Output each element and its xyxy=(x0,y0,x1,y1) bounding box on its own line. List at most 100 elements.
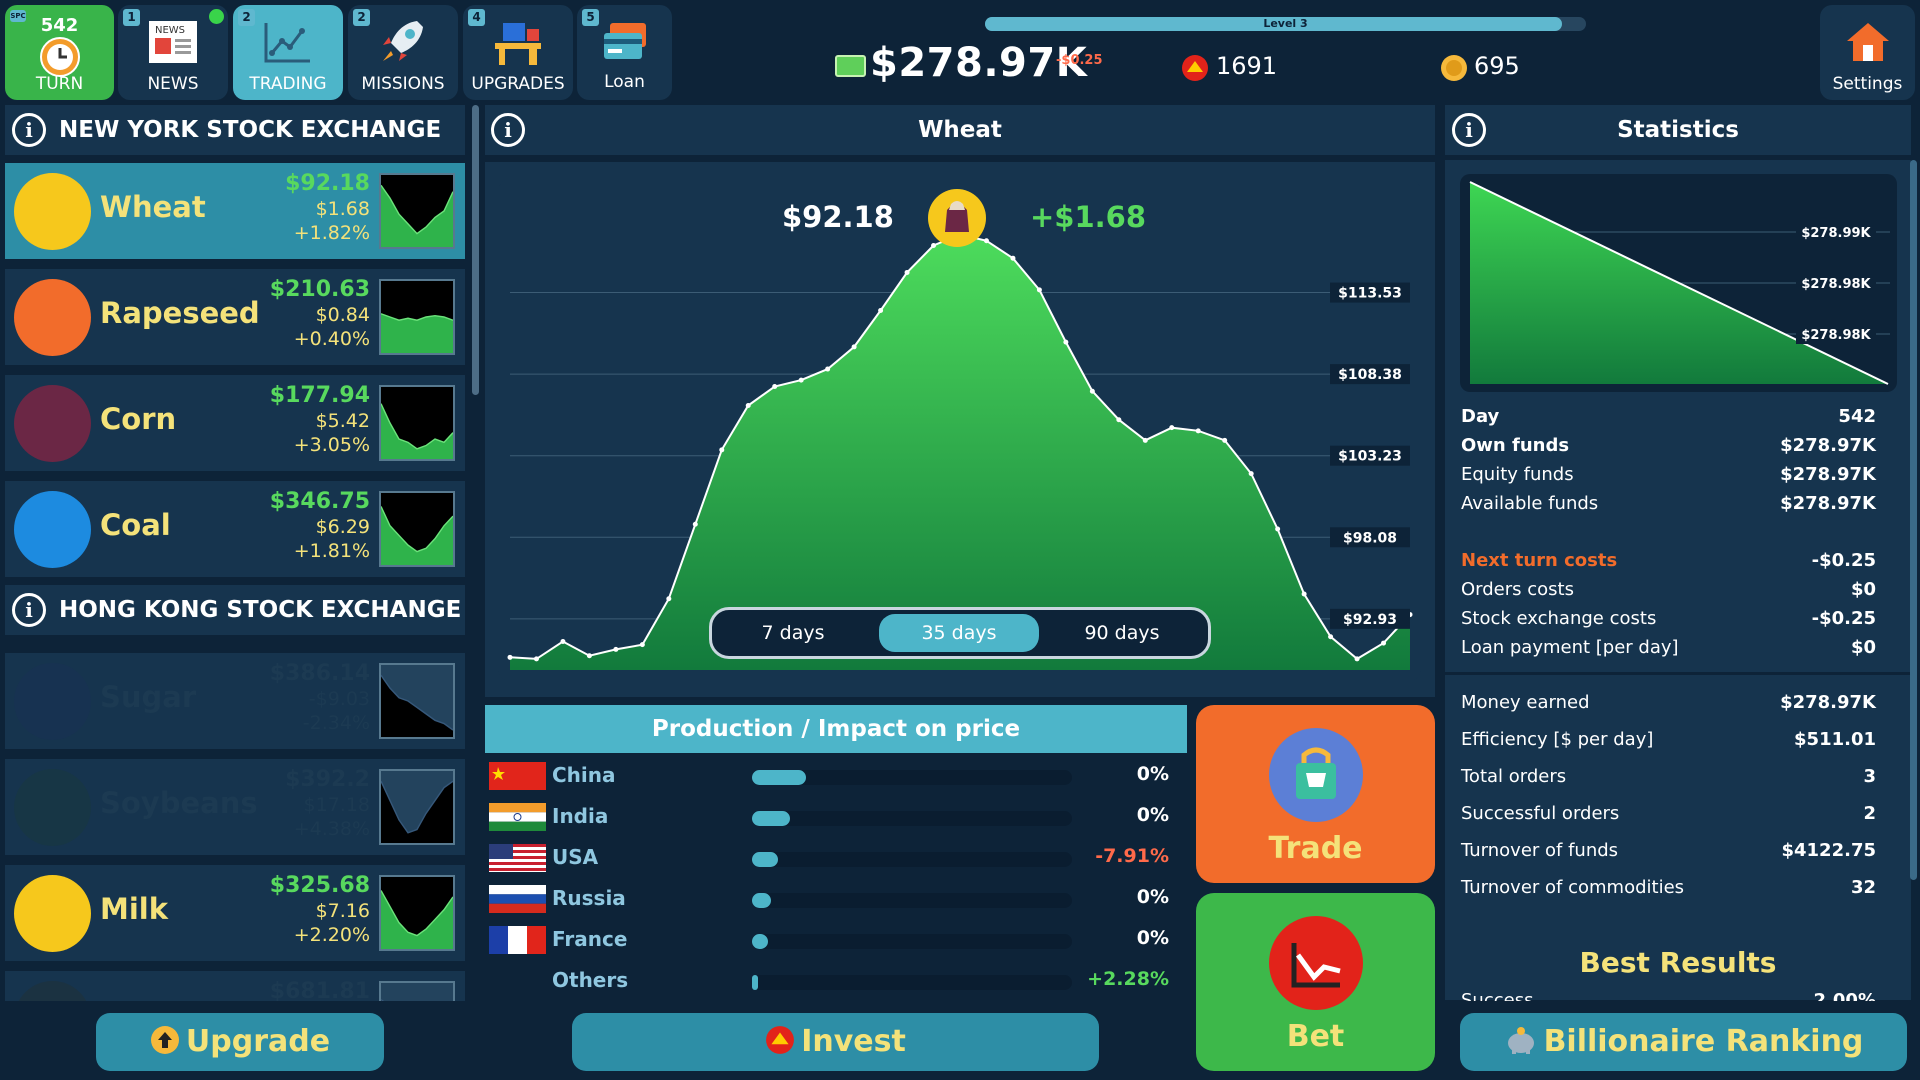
price-point xyxy=(666,596,672,602)
trend-chart-icon xyxy=(264,23,310,63)
production-bar-fill xyxy=(752,975,759,990)
commodity-title: Wheat xyxy=(918,117,1002,143)
ytick-label: $278.98K xyxy=(1801,328,1871,343)
price-impact: 0% xyxy=(1136,886,1169,908)
hk-exchange-title: HONG KONG STOCK EXCHANGE xyxy=(59,597,462,623)
commodity-rapeseed[interactable]: Rapeseed $210.63 $0.84 +0.40% xyxy=(5,269,465,365)
missions-badge: 2 xyxy=(353,9,370,26)
stat-value: 32 xyxy=(1850,877,1876,898)
commodity-pct: +1.81% xyxy=(293,540,370,562)
stat-value: $278.97K xyxy=(1780,464,1876,485)
commodity-name: Wheat xyxy=(100,190,206,224)
commodity-pct: +3.05% xyxy=(293,434,370,456)
stat-label: Efficiency [$ per day] xyxy=(1461,729,1654,750)
commodity-name: Rapeseed xyxy=(100,296,260,330)
production-header: Production / Impact on price xyxy=(485,705,1187,753)
commodity-price: $386.14 xyxy=(269,661,370,686)
bet-button[interactable]: Bet xyxy=(1196,893,1435,1071)
price-point xyxy=(586,653,592,659)
commodity-price: $392.2 xyxy=(285,767,370,792)
production-row-china: China 0% xyxy=(489,757,1169,795)
commodity-milk[interactable]: Milk $325.68 $7.16 +2.20% xyxy=(5,865,465,961)
price-point xyxy=(1142,437,1148,443)
tab-35-days[interactable]: 35 days xyxy=(879,614,1039,652)
tab-7-days[interactable]: 7 days xyxy=(718,614,868,652)
commodity-wheat[interactable]: Wheat $92.18 $1.68 +1.82% xyxy=(5,163,465,259)
production-bar xyxy=(752,975,1072,990)
production-row-usa: USA -7.91% xyxy=(489,839,1169,877)
desk-icon xyxy=(495,23,541,65)
upgrades-button[interactable]: 4 UPGRADES xyxy=(463,5,573,100)
arrow-up-icon xyxy=(150,1026,179,1054)
trading-label: TRADING xyxy=(249,74,327,94)
ytick-label: $108.38 xyxy=(1338,367,1402,383)
commodity-change: $0.84 xyxy=(315,304,370,326)
level-progress-bar: Level 3 xyxy=(985,17,1586,31)
info-icon[interactable]: i xyxy=(1452,113,1486,147)
trading-button[interactable]: 2 TRADING xyxy=(233,5,343,100)
price-point xyxy=(560,638,566,644)
price-point xyxy=(639,642,645,648)
stats-scrollbar[interactable] xyxy=(1910,160,1917,880)
top-bar: SPC 542 TURN 1 NEWS NEWS 2 TRADING 2 MIS… xyxy=(0,0,1920,104)
gem-icon xyxy=(1182,55,1208,81)
sparkline xyxy=(379,769,455,845)
stat-label: Orders costs xyxy=(1461,579,1574,600)
price-point xyxy=(1248,471,1254,477)
production-bar xyxy=(752,770,1072,785)
commodity-pct: -2.34% xyxy=(302,712,370,734)
info-icon[interactable]: i xyxy=(491,113,525,147)
commodity-price: $210.63 xyxy=(269,277,370,302)
billionaire-ranking-label: Billionaire Ranking xyxy=(1543,1024,1864,1059)
price-point xyxy=(1275,526,1281,532)
tab-90-days[interactable]: 90 days xyxy=(1047,614,1197,652)
commodity-pct: +1.82% xyxy=(293,222,370,244)
loan-button[interactable]: 5 Loan xyxy=(577,5,672,100)
stat-value: $511.01 xyxy=(1794,729,1876,750)
trade-button[interactable]: Trade xyxy=(1196,705,1435,883)
stat-value: $278.97K xyxy=(1780,435,1876,456)
settings-button[interactable]: Settings xyxy=(1820,5,1915,100)
info-icon[interactable]: i xyxy=(12,593,46,627)
stat-value: $278.97K xyxy=(1780,493,1876,514)
production-bar-fill xyxy=(752,770,807,785)
svg-text:NEWS: NEWS xyxy=(155,25,185,36)
missions-button[interactable]: 2 MISSIONS xyxy=(348,5,458,100)
production-bar-fill xyxy=(752,811,791,826)
ytick-label: $103.23 xyxy=(1338,449,1402,465)
commodity-change: $1.68 xyxy=(315,198,370,220)
news-badge: 1 xyxy=(123,9,140,26)
commodity-soybeans[interactable]: Soybeans $392.2 $17.18 +4.38% xyxy=(5,759,465,855)
upgrades-badge: 4 xyxy=(468,9,485,26)
commodity-sugar[interactable]: Sugar $386.14 -$9.03 -2.34% xyxy=(5,653,465,749)
price-point xyxy=(533,656,539,662)
loan-label: Loan xyxy=(604,72,645,92)
billionaire-ranking-button[interactable]: Billionaire Ranking xyxy=(1460,1013,1907,1071)
news-button[interactable]: 1 NEWS NEWS xyxy=(118,5,228,100)
upgrade-button[interactable]: Upgrade xyxy=(96,1013,384,1071)
sparkline xyxy=(379,173,455,249)
commodity-pct: +0.40% xyxy=(293,328,370,350)
price-point xyxy=(851,344,857,350)
stat-value: 3 xyxy=(1863,766,1876,787)
price-point xyxy=(613,646,619,652)
coal-icon xyxy=(14,491,91,568)
left-scrollbar[interactable] xyxy=(472,105,479,395)
commodity-coal[interactable]: Coal $346.75 $6.29 +1.81% xyxy=(5,481,465,577)
invest-button[interactable]: Invest xyxy=(572,1013,1099,1071)
france-flag-icon xyxy=(489,926,546,954)
price-point xyxy=(825,366,831,372)
russia-flag-icon xyxy=(489,885,546,913)
country-name: Others xyxy=(552,968,629,992)
shopping-bag-icon xyxy=(1269,728,1363,822)
price-area xyxy=(510,234,1410,670)
commodity-price: $92.18 xyxy=(285,171,370,196)
price-point xyxy=(507,654,513,660)
turn-button[interactable]: SPC 542 TURN xyxy=(5,5,114,100)
statistics-header: i Statistics xyxy=(1445,105,1911,155)
commodity-corn[interactable]: Corn $177.94 $5.42 +3.05% xyxy=(5,375,465,471)
stat-label: Loan payment [per day] xyxy=(1461,637,1679,658)
info-icon[interactable]: i xyxy=(12,113,46,147)
price-impact: 0% xyxy=(1136,804,1169,826)
coin-icon xyxy=(1441,55,1467,81)
